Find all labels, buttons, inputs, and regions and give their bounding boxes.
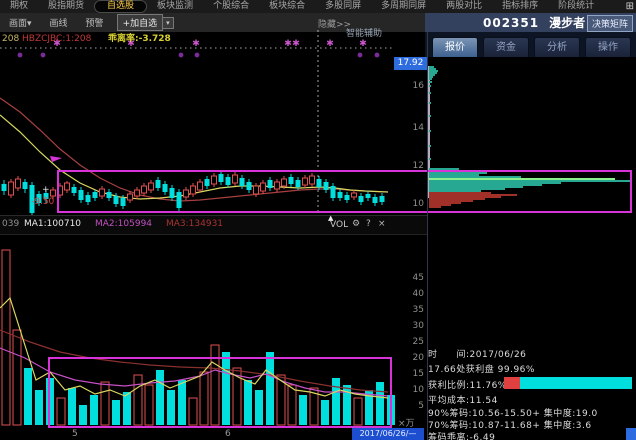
tab-0[interactable]: 报价 [432,37,478,57]
bias-value: 乖离率:-3.728 [108,34,171,44]
close-icon[interactable]: × [378,219,386,229]
star-marker-icon: ✱ [326,39,334,49]
volume-axis-label: 30 [400,321,424,331]
volume-axis-label: 15 [400,369,424,379]
quote-tab-bar: 报价资金分析操作 [425,32,636,57]
volume-axis-label: 10 [400,385,424,395]
chip-bar [429,158,431,160]
price-axis-label: 14 [400,123,424,133]
menu-item-9[interactable]: 指标排序 [492,0,548,13]
tab-3[interactable]: 操作 [585,37,631,57]
chip-bar [429,130,431,132]
chip-bar [429,70,438,72]
chip-bar [429,78,432,80]
volume-ma3-value: MA3:134931 [166,219,223,229]
star-marker-icon: ✱ [359,39,367,49]
volume-axis-label: 5 [400,401,424,411]
chip-bar [429,92,431,94]
plus-marker: + [42,185,50,195]
chip-bar [429,85,431,87]
profit-ratio-bar-cyan [520,377,632,389]
decision-matrix-button[interactable]: 决策矩阵 [587,15,633,32]
chip-info-row: 17.66处获利盘 99.96% [428,362,535,375]
chip-bar [429,102,431,104]
arrow-annotation-icon [50,156,62,162]
candle [9,182,14,195]
volume-ma2-value: MA2:105994 [95,219,152,229]
volume-bar [35,390,43,425]
time-axis-label: 5 [72,429,78,439]
smart-assist-label[interactable]: 智能辅助 [346,29,382,39]
star-marker-icon: ✱ [284,39,292,49]
chip-bar [429,74,435,76]
volume-axis-label: 40 [400,289,424,299]
volume-indicator-id: 039 [2,219,19,229]
volume-bar [13,330,21,425]
profit-ratio-bar-red [504,377,520,389]
chip-info-row: 筹码乖离:-6.49 [428,430,495,440]
dot-marker-icon [375,53,380,58]
candle [16,179,21,188]
grid-layout-icon[interactable]: ⊞ [626,1,634,12]
scroll-corner[interactable] [626,428,636,440]
highlight-box [57,170,632,213]
star-marker-icon: ✱ [192,39,200,49]
chip-bar [429,72,437,74]
chip-info-row: 时 间:2017/06/26 [428,347,526,360]
volume-bar [2,250,10,425]
drop-annotation: -9.50 [31,197,54,207]
chip-bar [429,76,433,78]
dot-marker-icon [18,53,23,58]
chip-info-row: 获利比例:11.76% [428,378,507,391]
candle [51,190,56,196]
volume-axis-label: 35 [400,305,424,315]
candle [23,182,28,189]
stock-header: 002351 漫步者 决策矩阵 [425,13,636,32]
highlight-box [48,357,392,428]
trading-app-window: 期权股指期货自选股板块监测个股综合板块综合多股同屏多周期同屏两股对比指标排序阶段… [0,0,636,440]
price-axis-label: 16 [400,81,424,91]
chip-bar [429,115,431,117]
chip-bar [429,68,436,70]
volume-bar [24,368,32,425]
chip-bar [429,145,431,147]
price-tag: 17.92 [394,57,427,70]
volume-axis-label: 45 [400,273,424,283]
star-marker-icon: ✱ [292,39,300,49]
gear-icon[interactable]: ⚙ [352,219,360,229]
dot-marker-icon [41,53,46,58]
indicator-id: 208 [2,34,19,44]
chip-bar [429,81,432,83]
stock-name: 漫步者 [549,14,585,31]
stock-code: 002351 [483,16,539,30]
dot-marker-icon [195,53,200,58]
dot-marker-icon [179,53,184,58]
tab-1[interactable]: 资金 [483,37,529,57]
chip-bar [429,66,434,68]
indicator-name: HBZCJBC:1:208 [22,34,91,44]
volume-axis-label: 25 [400,337,424,347]
chip-info-row: 平均成本:11.54 [428,393,498,406]
dot-marker-icon [358,53,363,58]
tab-2[interactable]: 分析 [534,37,580,57]
volume-pane-title: VOL [330,220,348,230]
menu-item-8[interactable]: 两股对比 [436,0,492,13]
volume-ma1-value: MA1:100710 [24,219,81,229]
date-tag: 2017/06/26/— [352,428,424,440]
candle [2,184,7,191]
menu-item-10[interactable]: 阶段统计 [548,0,604,13]
time-axis-label: 6 [225,429,231,439]
help-icon[interactable]: ? [366,219,371,229]
volume-axis-label: 20 [400,353,424,363]
